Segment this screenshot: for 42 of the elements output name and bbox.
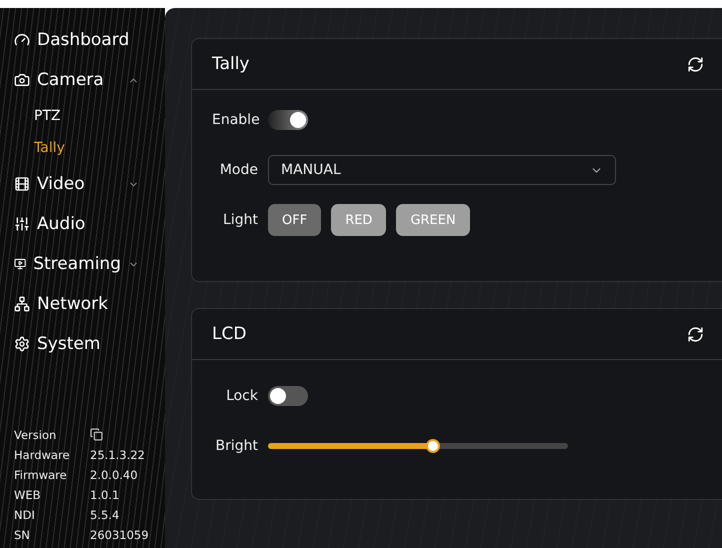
version-value: 1.0.1	[90, 488, 120, 502]
menu-item[interactable]: Camera	[37, 70, 104, 90]
field-label: Light	[222, 212, 258, 228]
version-key: SN	[14, 528, 90, 542]
mode-select[interactable]: MANUAL	[268, 155, 616, 185]
version-value: 26031059	[90, 528, 150, 542]
toggle-switch[interactable]	[268, 110, 308, 130]
menu-item[interactable]: Dashboard	[37, 30, 130, 50]
version-value: 25.1.3.22	[90, 448, 146, 462]
field-label: Lock	[225, 388, 258, 404]
dashboard-icon	[14, 32, 30, 48]
refresh-icon[interactable]	[687, 326, 704, 342]
network-icon	[14, 296, 30, 312]
submenu-item[interactable]: PTZ	[14, 100, 165, 132]
monitor-play-icon	[14, 256, 26, 272]
version-key: NDI	[14, 508, 90, 522]
refresh-icon[interactable]	[687, 56, 704, 72]
menu-item[interactable]: System	[37, 334, 100, 354]
toggle-switch[interactable]	[268, 386, 308, 406]
sliders-icon	[14, 216, 30, 232]
version-key: Firmware	[14, 468, 90, 482]
version-label: Version	[14, 428, 58, 442]
field-label: Mode	[218, 162, 258, 178]
field-label: Enable	[212, 112, 258, 128]
version-value: 2.0.0.40	[90, 468, 139, 482]
menu-item[interactable]: Video	[37, 174, 85, 194]
slider-thumb[interactable]	[426, 439, 440, 453]
camera-icon	[14, 72, 30, 88]
version-value: 5.5.4	[90, 508, 120, 522]
copy-icon[interactable]	[90, 428, 103, 441]
submenu-item[interactable]: Tally	[14, 132, 165, 164]
field-label: Bright	[214, 438, 258, 454]
card-title: LCD	[212, 324, 246, 344]
settings-icon	[14, 336, 30, 352]
card-title: Tally	[212, 54, 250, 74]
film-icon	[14, 176, 30, 192]
light-option[interactable]: OFF	[268, 204, 322, 236]
menu-item[interactable]: Streaming	[33, 254, 121, 274]
menu-item[interactable]: Network	[37, 294, 108, 314]
version-key: Hardware	[14, 448, 90, 462]
menu-item[interactable]: Audio	[37, 214, 86, 234]
version-key: WEB	[14, 488, 90, 502]
